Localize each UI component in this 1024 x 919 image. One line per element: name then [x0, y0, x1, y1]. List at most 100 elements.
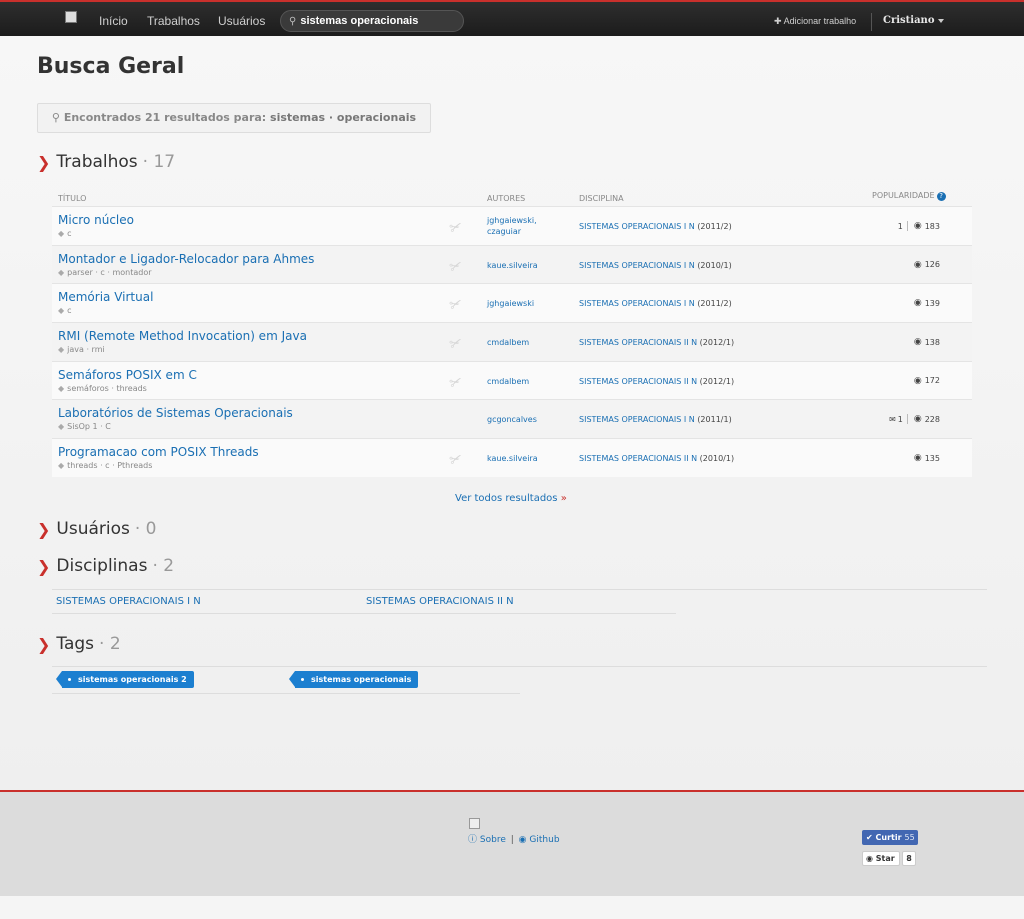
work-title-link[interactable]: Laboratórios de Sistemas Operacionais — [58, 406, 293, 420]
section-count: · 2 — [99, 634, 121, 654]
work-title-link[interactable]: Montador e Ligador-Relocador para Ahmes — [58, 252, 314, 266]
facebook-like-button[interactable]: ✔ Curtir 55 — [862, 830, 918, 845]
author-link[interactable]: jghgaiewski — [487, 298, 534, 309]
section-count: · 0 — [134, 519, 157, 539]
works-table: Micro núcleo ◆ c ✁ jghgaiewski, czaguiar SISTE… — [52, 206, 972, 477]
tag-label: sistemas operacionais 2 — [78, 675, 187, 684]
author-link[interactable]: cmdalbem — [487, 376, 529, 387]
popularity-divider — [906, 414, 908, 425]
eye-icon: ◉ — [913, 259, 922, 270]
discipline-link[interactable]: SISTEMAS OPERACIONAIS I N — [56, 596, 201, 607]
nav-trabalhos[interactable]: Trabalhos — [147, 14, 200, 28]
semester: (2010/1) — [697, 260, 732, 270]
author-link[interactable]: jghgaiewski, — [487, 215, 537, 226]
user-menu[interactable]: Cristiano — [883, 15, 944, 26]
semester: (2011/2) — [697, 222, 732, 231]
tag-icon: ◆ — [58, 345, 65, 355]
discipline-link[interactable]: SISTEMAS OPERACIONAIS II N — [579, 338, 697, 347]
work-tags-text[interactable]: threads · c · Pthreads — [67, 461, 152, 470]
info-icon: ⓘ — [468, 835, 478, 845]
results-summary: ⚲ Encontrados 21 resultados para: sistem… — [37, 103, 431, 133]
work-title-link[interactable]: Memória Virtual — [58, 290, 153, 304]
github-icon: ◉ — [866, 854, 873, 863]
tag-dot — [301, 678, 304, 681]
footer-separator: | — [510, 835, 514, 845]
semester: (2011/2) — [697, 299, 732, 309]
table-row: Programacao com POSIX Threads ◆ threads · … — [52, 438, 972, 477]
view-count: 228 — [924, 414, 940, 424]
work-authors: gcgoncalves — [487, 414, 537, 425]
work-tags: ◆ parser · c · montador — [58, 268, 152, 277]
discipline-link[interactable]: SISTEMAS OPERACIONAIS I N — [579, 222, 695, 231]
author-link[interactable]: gcgoncalves — [487, 414, 537, 425]
brand-logo[interactable] — [65, 11, 77, 23]
view-count: 172 — [924, 376, 940, 386]
chevron-right-icon: ❯ — [37, 519, 51, 539]
eye-icon: ◉ — [913, 414, 922, 425]
author-link[interactable]: kaue.silveira — [487, 260, 538, 271]
work-tags-text[interactable]: java · rmi — [67, 345, 105, 354]
col-discipline: DISCIPLINA — [579, 194, 624, 203]
author-link[interactable]: cmdalbem — [487, 337, 529, 348]
table-row: RMI (Remote Method Invocation) em Java ◆ j… — [52, 322, 972, 361]
popularity-divider — [906, 221, 908, 231]
work-tags-text[interactable]: c — [67, 229, 71, 238]
work-title-link[interactable]: Semáforos POSIX em C — [58, 368, 197, 382]
add-work-link[interactable]: ✚ Adicionar trabalho — [774, 16, 856, 27]
nav-usuarios[interactable]: Usuários — [218, 14, 265, 28]
see-all-results-link[interactable]: Ver todos resultados » — [455, 493, 567, 504]
github-link[interactable]: ◉ Github — [519, 835, 560, 845]
work-discipline: SISTEMAS OPERACIONAIS II N (2010/1) — [579, 454, 734, 463]
work-tags-text[interactable]: semáforos · threads — [67, 384, 147, 393]
discipline-link[interactable]: SISTEMAS OPERACIONAIS II N — [579, 454, 697, 463]
author-link[interactable]: kaue.silveira — [487, 453, 538, 464]
attachment-icon: ✁ — [444, 292, 467, 316]
attachment-icon: ✁ — [444, 369, 467, 393]
work-tags: ◆ semáforos · threads — [58, 384, 147, 393]
table-row: Laboratórios de Sistemas Operacionais ◆ Si… — [52, 399, 972, 439]
col-popularity: POPULARIDADE? — [872, 191, 946, 201]
work-tags-text[interactable]: parser · c · montador — [67, 268, 151, 277]
work-tags-text[interactable]: c — [67, 306, 71, 315]
discipline-link[interactable]: SISTEMAS OPERACIONAIS I N — [579, 299, 695, 308]
about-link[interactable]: ⓘ Sobre — [468, 835, 506, 845]
attachment-icon: ✁ — [444, 447, 467, 471]
divider — [52, 666, 987, 667]
tag-pill[interactable]: sistemas operacionais 2 — [56, 671, 194, 688]
user-name: Cristiano — [883, 15, 935, 26]
view-count: 135 — [924, 453, 940, 463]
tag-pill[interactable]: sistemas operacionais — [288, 671, 419, 688]
semester: (2011/1) — [697, 415, 732, 425]
search-input[interactable] — [300, 15, 451, 27]
author-link[interactable]: czaguiar — [487, 226, 537, 237]
work-popularity: ◉ 172 — [914, 376, 940, 386]
view-count: 139 — [924, 298, 940, 308]
footer-logo — [469, 818, 480, 829]
section-title: Usuários — [56, 519, 130, 539]
work-title-link[interactable]: Programacao com POSIX Threads — [58, 445, 259, 459]
search-box[interactable]: ⚲ — [280, 10, 464, 32]
work-discipline: SISTEMAS OPERACIONAIS II N (2012/1) — [579, 377, 734, 386]
caret-down-icon — [937, 18, 944, 23]
discipline-link[interactable]: SISTEMAS OPERACIONAIS I N — [579, 415, 695, 424]
work-popularity: 1 ◉ 183 — [898, 221, 940, 231]
work-title-link[interactable]: Micro núcleo — [58, 213, 134, 227]
star-label: Star — [875, 854, 895, 863]
see-all-label: Ver todos resultados — [455, 493, 558, 504]
work-tags-text[interactable]: SisOp 1 · C — [67, 422, 111, 431]
discipline-link[interactable]: SISTEMAS OPERACIONAIS I N — [579, 261, 695, 270]
github-star-button[interactable]: ◉ Star — [862, 851, 900, 866]
top-navbar: Início Trabalhos Usuários ⚲ ✚ Adicionar … — [0, 0, 1024, 36]
divider — [52, 589, 987, 590]
nav-inicio[interactable]: Início — [99, 14, 128, 28]
section-title: Disciplinas — [56, 556, 148, 576]
work-title-link[interactable]: RMI (Remote Method Invocation) em Java — [58, 329, 307, 343]
work-tags: ◆ java · rmi — [58, 345, 105, 354]
tag-icon: ◆ — [58, 267, 65, 277]
work-discipline: SISTEMAS OPERACIONAIS I N (2010/1) — [579, 261, 732, 270]
discipline-link[interactable]: SISTEMAS OPERACIONAIS II N — [366, 596, 514, 607]
discipline-link[interactable]: SISTEMAS OPERACIONAIS II N — [579, 377, 697, 386]
thumbs-up-icon: ✔ — [866, 833, 873, 842]
tag-icon: ◆ — [58, 383, 65, 393]
help-icon[interactable]: ? — [936, 192, 946, 201]
